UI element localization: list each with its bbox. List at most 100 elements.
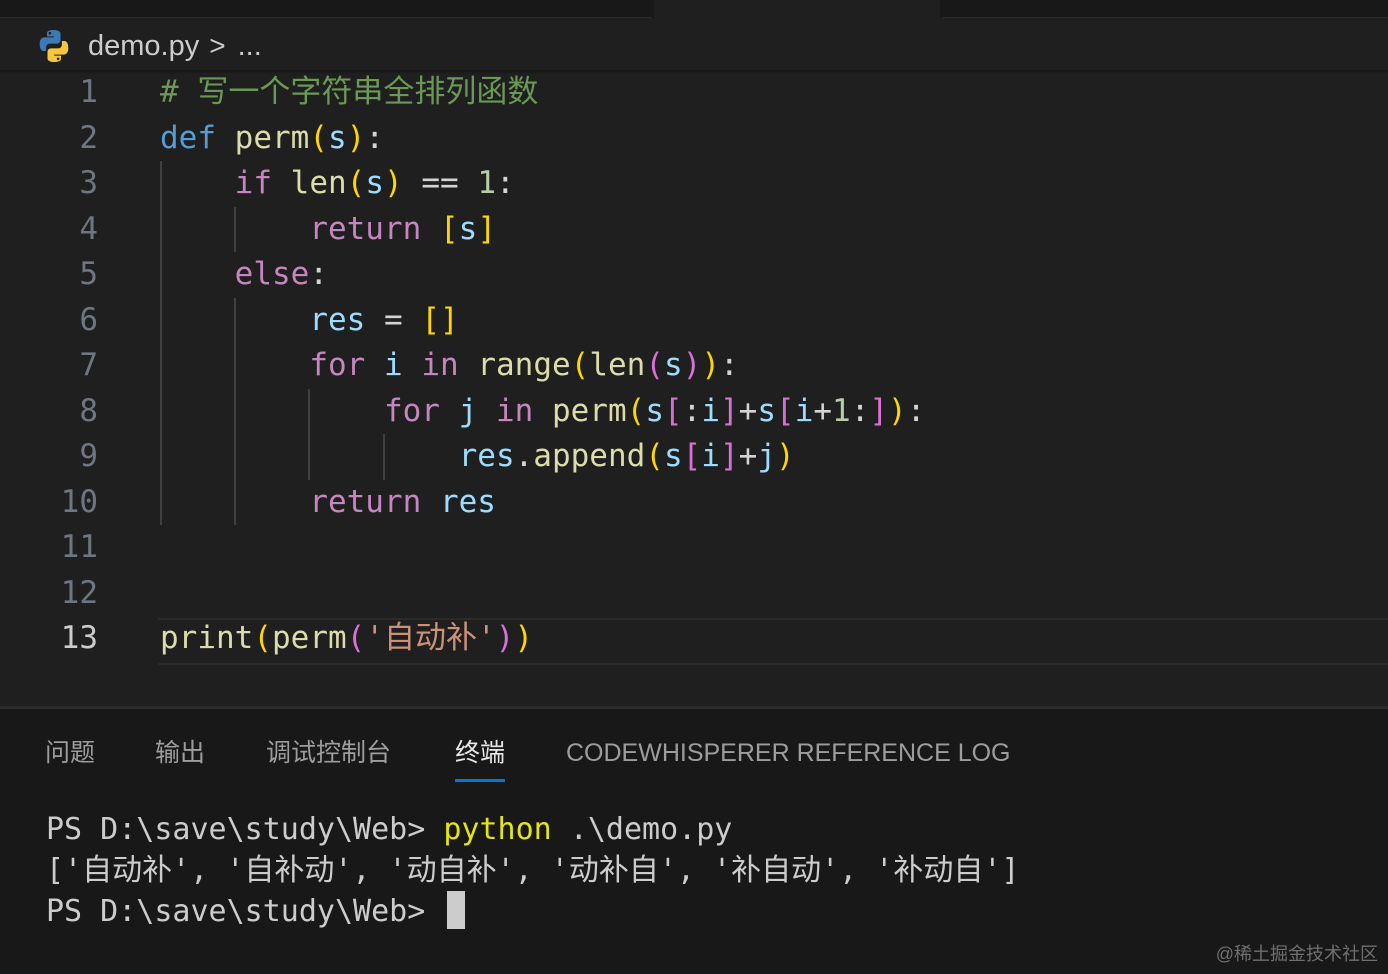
- code-token: ]: [719, 438, 739, 474]
- code-token: [: [776, 392, 795, 429]
- code-line[interactable]: 1 # 写一个字符串全排列函数: [0, 70, 1388, 115]
- code-token: (: [346, 165, 366, 201]
- code-line[interactable]: 13 print(perm('自动补')): [0, 616, 1388, 661]
- tab-debug-console[interactable]: 调试控制台: [266, 727, 391, 779]
- code-token: ==: [402, 165, 478, 201]
- code-token: s: [328, 119, 347, 156]
- terminal-line-command: PS D:\save\study\Web> python .\demo.py: [46, 809, 1019, 850]
- code-token: :: [309, 256, 328, 292]
- code-token: ): [775, 438, 795, 474]
- code-token: 1: [832, 392, 851, 429]
- code-text: print(perm('自动补')): [160, 616, 533, 661]
- code-token: []: [421, 301, 459, 338]
- breadcrumb-symbols[interactable]: ...: [238, 30, 262, 63]
- code-token: # 写一个字符串全排列函数: [160, 74, 539, 110]
- code-token: res: [309, 301, 366, 338]
- code-token: for: [309, 347, 366, 383]
- code-token: (: [346, 620, 366, 656]
- code-text: return [s]: [160, 207, 496, 252]
- code-token: ]: [720, 392, 739, 429]
- code-token: s: [365, 165, 384, 201]
- code-token: :: [682, 392, 702, 429]
- code-token: ]: [477, 210, 496, 247]
- terminal-prompt: PS D:\save\study\Web>: [46, 894, 444, 929]
- code-token: :: [850, 392, 870, 429]
- code-token: ): [514, 620, 533, 656]
- chevron-right-icon: >: [209, 30, 226, 61]
- code-line[interactable]: 5 else:: [0, 252, 1388, 297]
- code-token: (: [253, 620, 272, 656]
- code-token: =: [365, 301, 422, 338]
- code-token: j: [757, 438, 776, 474]
- code-token: j: [458, 392, 478, 429]
- line-number: 6: [79, 301, 98, 338]
- code-token: (: [309, 119, 328, 156]
- line-number: 13: [60, 620, 98, 656]
- code-line[interactable]: 4 return [s]: [0, 207, 1388, 252]
- code-token: for: [383, 392, 440, 429]
- line-number: 4: [79, 210, 98, 247]
- breadcrumb-file[interactable]: demo.py: [88, 30, 199, 63]
- code-token: ): [682, 347, 702, 383]
- terminal-prompt: PS D:\save\study\Web>: [46, 812, 444, 847]
- code-token: s: [663, 438, 683, 474]
- code-line[interactable]: 3 if len(s) == 1:: [0, 161, 1388, 206]
- code-token: ): [495, 620, 515, 656]
- code-token: i: [701, 438, 720, 474]
- code-token: if: [234, 165, 272, 201]
- code-line[interactable]: 8 for j in perm(s[:i]+s[i+1:]):: [0, 389, 1388, 434]
- code-token: i: [701, 392, 720, 429]
- line-number: 12: [60, 574, 98, 611]
- code-line[interactable]: 9 res.append(s[i]+j): [0, 434, 1388, 479]
- code-token: +: [738, 438, 758, 474]
- code-line[interactable]: 11: [0, 525, 1388, 570]
- code-token: '自动补': [365, 620, 496, 656]
- code-line[interactable]: 10 return res: [0, 480, 1388, 525]
- code-token: len: [589, 347, 646, 383]
- breadcrumb: demo.py > ...: [36, 26, 262, 66]
- line-number: 2: [79, 119, 98, 156]
- line-number: 5: [79, 256, 98, 292]
- code-token: (: [645, 438, 664, 474]
- editor-tab[interactable]: [0, 0, 652, 18]
- tab-problems[interactable]: 问题: [45, 727, 95, 779]
- code-editor[interactable]: 1 # 写一个字符串全排列函数 2 def perm(s): 3 if len(s) =…: [0, 70, 1388, 706]
- code-text: for i in range(len(s)):: [160, 343, 738, 388]
- code-line[interactable]: 7 for i in range(len(s)):: [0, 343, 1388, 388]
- terminal-args: .\demo.py: [551, 812, 733, 847]
- code-token: :: [906, 392, 926, 429]
- code-line[interactable]: 6 res = []: [0, 298, 1388, 343]
- code-token: s: [664, 347, 683, 383]
- terminal[interactable]: PS D:\save\study\Web> python .\demo.py ['…: [46, 809, 1019, 932]
- code-token: ): [701, 347, 721, 383]
- line-number: 7: [79, 347, 98, 383]
- code-token: (: [570, 347, 590, 383]
- code-token: :: [365, 119, 385, 156]
- code-token: in: [421, 347, 459, 383]
- line-number: 1: [79, 74, 98, 110]
- code-line[interactable]: 2 def perm(s):: [0, 116, 1388, 161]
- code-token: range: [477, 347, 571, 383]
- tab-terminal[interactable]: 终端: [455, 727, 506, 782]
- code-text: return res: [160, 480, 496, 525]
- code-text: res.append(s[i]+j): [160, 434, 795, 479]
- code-token: def: [160, 119, 216, 156]
- tab-output[interactable]: 输出: [155, 727, 205, 779]
- editor-tab-active[interactable]: [654, 0, 940, 18]
- editor-tab[interactable]: [942, 0, 1388, 18]
- code-line[interactable]: 12: [0, 571, 1388, 616]
- code-token: in: [495, 392, 534, 429]
- tab-codewhisperer-log[interactable]: CODEWHISPERER REFERENCE LOG: [566, 727, 1011, 779]
- code-token: [: [439, 210, 459, 247]
- code-token: res: [458, 438, 515, 474]
- vscode-window: demo.py > ... 1 # 写一个字符串全排列函数 2 def perm(s)…: [0, 0, 1388, 974]
